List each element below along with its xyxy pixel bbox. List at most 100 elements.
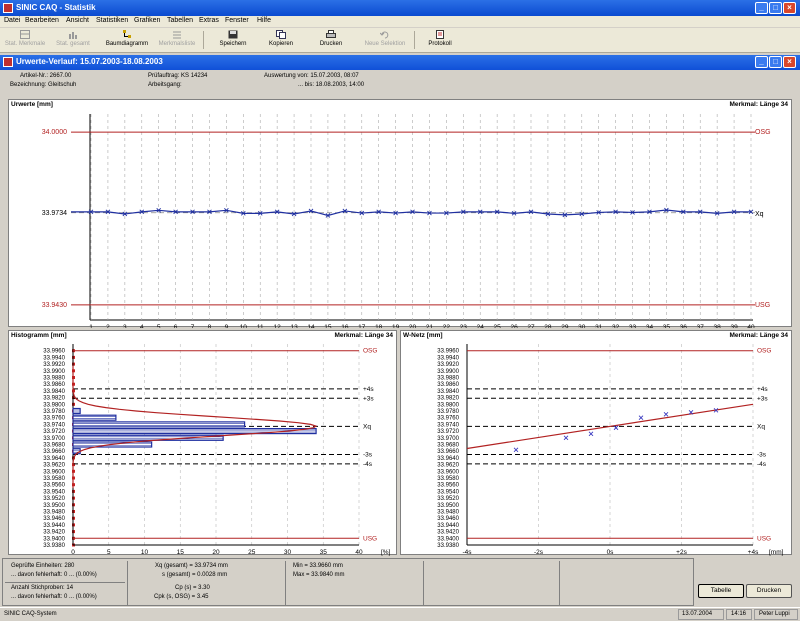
menu-fenster[interactable]: Fenster — [225, 17, 249, 24]
x-tick-label: 10 — [141, 549, 149, 556]
child-window-icon — [3, 57, 13, 67]
maximize-button[interactable]: □ — [769, 2, 782, 14]
data-point — [638, 415, 644, 421]
menu-statistiken[interactable]: Statistiken — [96, 17, 128, 24]
anzahl-stichproben: Anzahl Stichproben: 14 — [11, 585, 74, 591]
min-value: Min = 33.9660 mm — [293, 563, 343, 569]
y-tick-label: 33.9500 — [43, 503, 65, 509]
histogram-bar — [72, 414, 117, 421]
x-tick-label: 1 — [89, 324, 93, 328]
y-tick-label: 33.9800 — [43, 402, 65, 408]
menu-bar: Datei Bearbeiten Ansicht Statistiken Gra… — [0, 16, 800, 27]
usg-label: USG — [363, 535, 377, 542]
x-tick-label: 25 — [248, 549, 256, 556]
p3s-label: +3s — [757, 395, 768, 402]
y-tick-label: 33.9700 — [437, 436, 459, 442]
close-button[interactable]: × — [783, 2, 796, 14]
x-tick-label: 22 — [443, 324, 451, 328]
protocol-icon — [436, 30, 444, 39]
x-tick-label: 18 — [375, 324, 383, 328]
save-icon — [228, 30, 238, 39]
usg-label: USG — [755, 302, 770, 309]
child-window-title-bar: Urwerte-Verlauf: 15.07.2003-18.08.2003 _… — [0, 55, 800, 70]
child-maximize-button[interactable]: □ — [769, 56, 782, 68]
y-tick-label: 33.9780 — [437, 409, 459, 415]
menu-ansicht[interactable]: Ansicht — [66, 17, 89, 24]
y-tick-label: 33.9460 — [43, 516, 65, 522]
toolbar: Stat. Merkmale Stat. gesamt Baumdiagramm… — [0, 28, 800, 53]
x-tick-label: 4 — [140, 324, 144, 328]
x-tick-label: 3 — [123, 324, 127, 328]
merkmalsliste-button[interactable]: Merkmalsliste — [154, 30, 200, 52]
urwerte-title: Urwerte [mm] — [11, 101, 53, 108]
y-tick-label: 33.9520 — [43, 496, 65, 502]
max-value: Max = 33.9840 mm — [293, 572, 345, 578]
divider — [423, 561, 424, 605]
y-tick-label: 33.9720 — [437, 429, 459, 435]
kopieren-button[interactable]: Kopieren — [258, 30, 304, 52]
y-tick-label: 33.9960 — [43, 349, 65, 355]
menu-hilfe[interactable]: Hilfe — [257, 17, 271, 24]
y-tick-label: 33.9720 — [43, 429, 65, 435]
osg-label: OSG — [757, 348, 771, 355]
minimize-button[interactable]: _ — [755, 2, 768, 14]
arbeitsgang: Arbeitsgang: — [148, 82, 182, 88]
xq-label: Xq — [363, 423, 371, 430]
x-tick-label: 32 — [612, 324, 620, 328]
x-tick-label: 16 — [341, 324, 349, 328]
x-tick-label: 34 — [646, 324, 654, 328]
neue-selektion-button[interactable]: Neue Selektion — [360, 30, 410, 52]
y-tick-label: 33.9560 — [437, 483, 459, 489]
menu-datei[interactable]: Datei — [4, 17, 20, 24]
m4s-label: -4s — [757, 461, 767, 468]
y-tick-label: 33.9430 — [42, 302, 67, 309]
bezeichnung: Bezeichnung: Gleitschuh — [10, 82, 77, 88]
y-tick-label: 33.9440 — [437, 523, 459, 529]
histogramm-title: Histogramm [mm] — [11, 332, 67, 339]
baumdiagramm-button[interactable]: Baumdiagramm — [102, 30, 152, 52]
y-tick-label: 33.9960 — [437, 349, 459, 355]
xq-label: Xq — [757, 423, 765, 430]
stat-gesamt-button[interactable]: Stat. gesamt — [50, 30, 96, 52]
menu-extras[interactable]: Extras — [199, 17, 219, 24]
x-tick-label: 31 — [595, 324, 603, 328]
y-tick-label: 33.9380 — [43, 543, 65, 549]
toolbar-separator — [414, 31, 415, 49]
undo-icon — [380, 31, 389, 39]
x-tick-label: 6 — [174, 324, 178, 328]
status-date: 13.07.2004 — [682, 611, 713, 617]
status-bar: SINIC CAQ-System 13.07.2004 14:16 Peter … — [0, 607, 800, 621]
stat-merkmale-button[interactable]: Stat. Merkmale — [2, 30, 48, 52]
x-tick-label: 8 — [208, 324, 212, 328]
x-tick-label: 20 — [212, 549, 220, 556]
osg-label: OSG — [363, 348, 377, 355]
data-point — [563, 435, 569, 441]
info-header: Artikel-Nr.: 2667.00 Bezeichnung: Gleits… — [2, 71, 798, 95]
menu-grafiken[interactable]: Grafiken — [134, 17, 160, 24]
y-tick-label: 33.9620 — [437, 463, 459, 469]
x-tick-label: -4s — [462, 549, 472, 556]
speichern-button[interactable]: Speichern — [210, 30, 256, 52]
x-tick-label: 38 — [714, 324, 722, 328]
m4s-label: -4s — [363, 461, 373, 468]
menu-tabellen[interactable]: Tabellen — [167, 17, 193, 24]
y-tick-label: 33.9400 — [43, 536, 65, 542]
child-minimize-button[interactable]: _ — [755, 56, 768, 68]
x-tick-label: 17 — [358, 324, 366, 328]
x-tick-label: 19 — [392, 324, 400, 328]
cpk-value: Cpk (s, OSG) = 3.45 — [154, 594, 209, 600]
y-tick-label: 33.9734 — [42, 210, 67, 217]
protokoll-button[interactable]: Protokoll — [418, 30, 462, 52]
divider — [5, 582, 125, 583]
child-close-button[interactable]: × — [783, 56, 796, 68]
drucken-button[interactable]: Drucken — [746, 584, 792, 598]
y-tick-label: 33.9540 — [43, 489, 65, 495]
menu-bearbeiten[interactable]: Bearbeiten — [25, 17, 59, 24]
x-tick-label: 30 — [284, 549, 292, 556]
drucken-toolbar-button[interactable]: Drucken — [308, 30, 354, 52]
s-gesamt: s (gesamt) = 0.0028 mm — [162, 572, 228, 578]
chart-icon — [69, 32, 77, 39]
tabelle-button[interactable]: Tabelle — [698, 584, 744, 598]
x-tick-label: 26 — [510, 324, 518, 328]
copy-icon — [276, 30, 286, 39]
